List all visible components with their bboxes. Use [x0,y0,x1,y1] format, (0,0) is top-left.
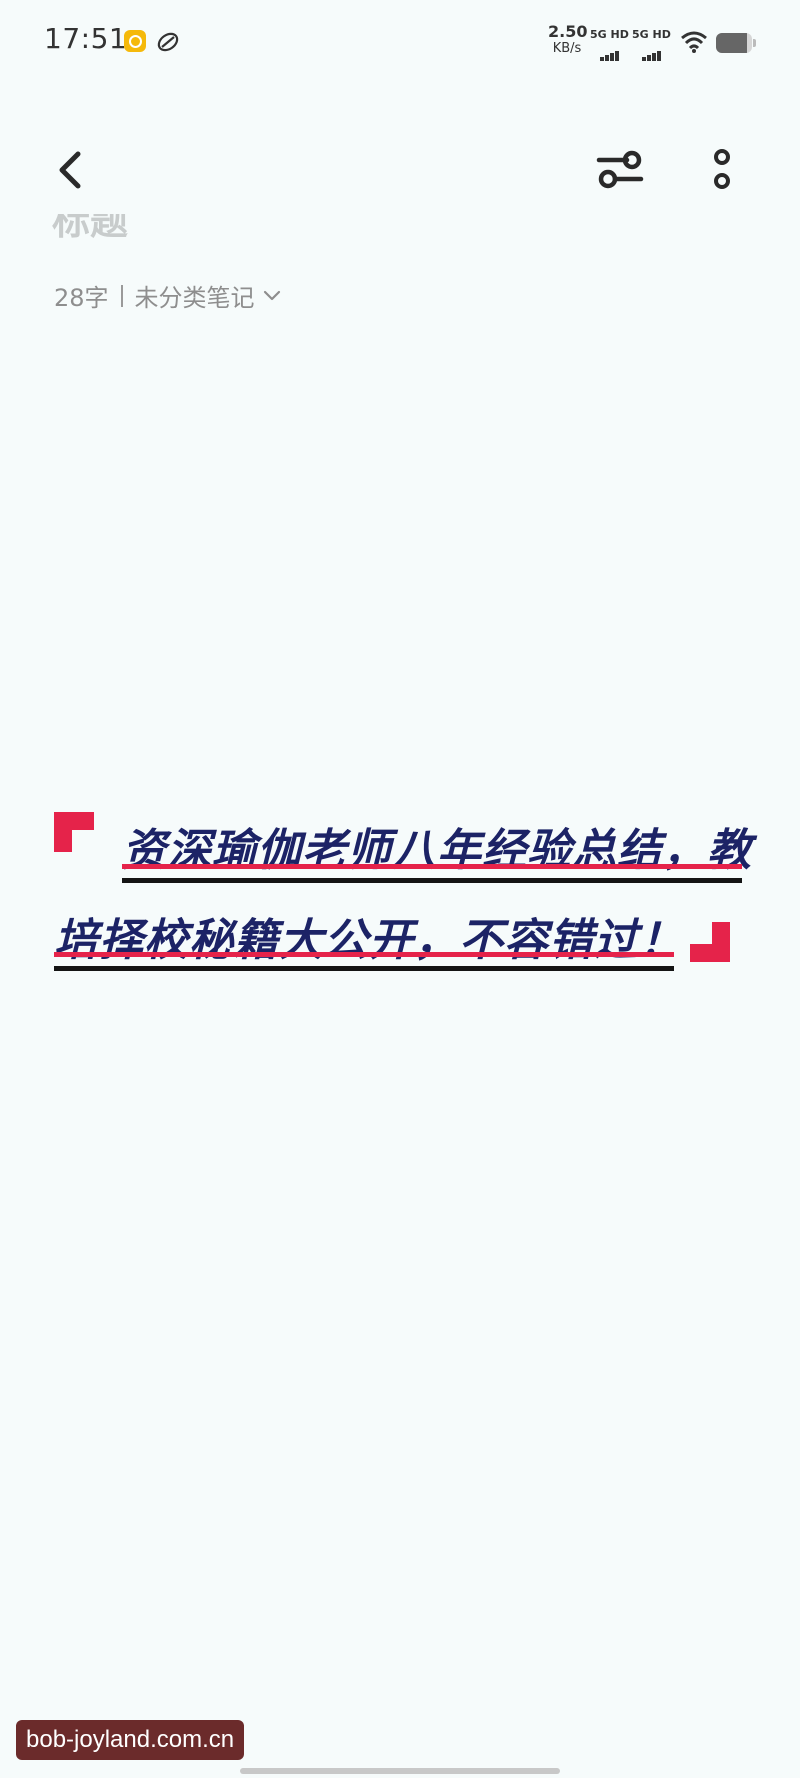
network-speed: 2.50 KB/s [548,22,588,56]
corner-bracket-top-left [54,812,94,852]
signal-bars-icon [600,42,620,61]
watermark: bob-joyland.com.cn [16,1720,245,1760]
banner-image: 资深瑜伽老师八年经验总结，教 培择校秘籍大公开，不容错过！ [0,800,800,980]
note-title[interactable]: 标题 [52,214,128,244]
sim1-label: 5G HD [590,28,629,41]
more-options-button[interactable] [692,140,752,200]
meta-divider [120,284,123,307]
format-settings-button[interactable] [590,140,650,200]
wifi-icon [681,31,707,53]
chevron-left-icon [59,151,81,189]
category-selector[interactable]: 未分类笔记 [135,278,281,313]
banner-underline-black-1 [122,878,742,883]
banner-underline-black-2 [54,966,674,971]
banner-text-line2: 培择校秘籍大公开，不容错过！ [54,915,684,966]
note-meta: 28字 未分类笔记 [54,278,281,313]
sim2-signal: 5G HD [632,28,671,61]
sim1-signal: 5G HD [590,28,629,61]
home-indicator[interactable] [240,1768,560,1774]
category-label: 未分类笔记 [134,284,255,312]
signal-bars-icon [642,42,662,61]
status-time: 17:51 [44,22,128,55]
sim2-label: 5G HD [632,28,671,41]
banner-underline-red-1 [122,864,742,869]
bird-notification-icon [157,32,179,52]
sliders-icon [596,150,644,189]
status-bar: 17:51 2.50 KB/s 5G HD 5G HD [0,0,800,86]
network-speed-value: 2.50 [548,22,588,41]
chevron-down-icon [263,290,280,300]
battery-fill [716,33,747,53]
battery-icon [716,33,752,53]
vertical-dots-icon [714,149,730,189]
corner-bracket-bottom-right [690,922,730,962]
word-count: 28字 [54,284,109,312]
back-button[interactable] [40,140,100,200]
app-notification-icon [124,30,146,52]
network-speed-unit: KB/s [552,41,582,56]
note-title-area[interactable]: 标题 [52,214,352,244]
banner-underline-red-2 [54,952,674,957]
battery-cap [753,39,756,47]
